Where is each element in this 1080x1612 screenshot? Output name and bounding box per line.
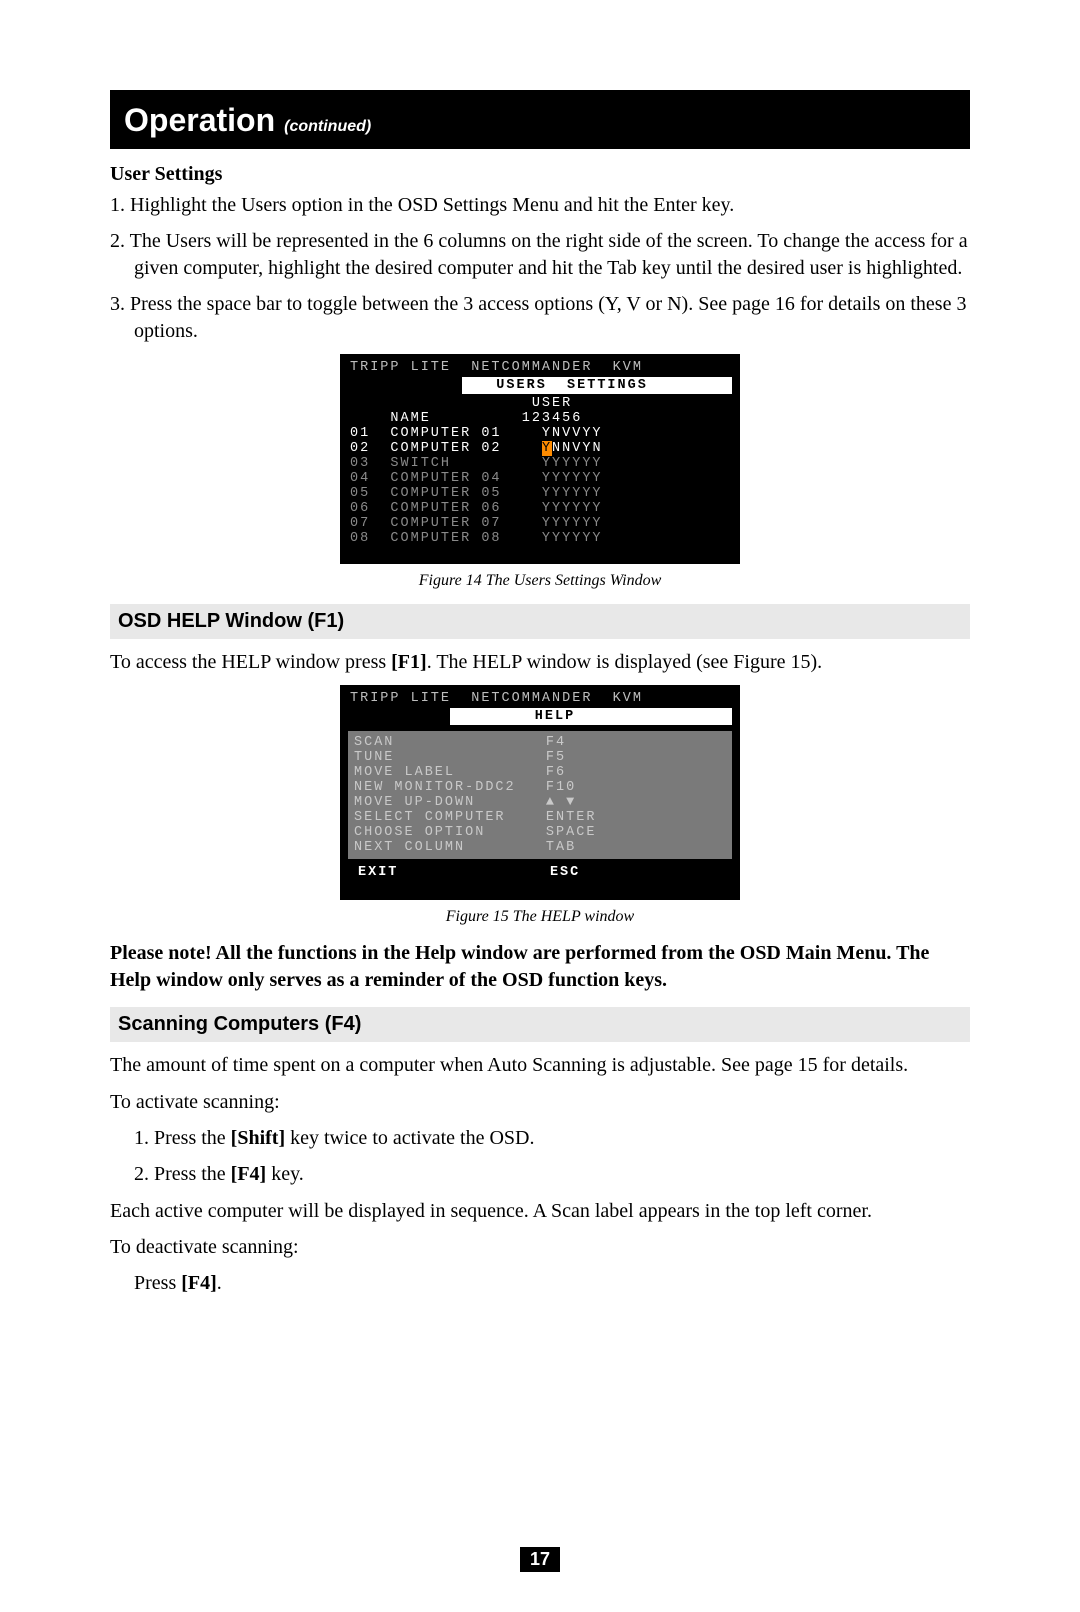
section-header: Operation (continued) [110,90,970,149]
osd-row: 04 COMPUTER 04 YYYYYY [340,471,740,486]
osd-columns-row: 00 NAMEXXXXXXX 123456 [340,411,740,426]
osd-help-row: TUNE F5 [354,750,726,765]
osd-help-row: SELECT COMPUTER ENTER [354,810,726,825]
scanning-heading: Scanning Computers (F4) [110,1007,970,1042]
figure-15-caption: Figure 15 The HELP window [110,908,970,926]
help-note: Please note! All the functions in the He… [110,940,970,993]
list-item: The Users will be represented in the 6 c… [110,228,970,281]
osd-help-intro: To access the HELP window press [F1]. Th… [110,649,970,675]
section-continued: (continued) [284,118,371,135]
scanning-intro: The amount of time spent on a computer w… [110,1052,970,1078]
osd-title-line: TRIPP LITE NETCOMMANDER KVM [340,689,740,708]
figure-14-osd: TRIPP LITE NETCOMMANDER KVM USERS SETTIN… [340,354,740,564]
activate-step-1: 1. Press the [Shift] key twice to activa… [110,1125,970,1151]
osd-banner: HELP [450,708,732,725]
osd-row: 05 COMPUTER 05 YYYYYY [340,486,740,501]
osd-row: 06 COMPUTER 06 YYYYYY [340,501,740,516]
osd-help-row: MOVE LABEL F6 [354,765,726,780]
osd-row: 02 COMPUTER 02 YNNVYN [340,441,740,456]
osd-row: 07 COMPUTER 07 YYYYYY [340,516,740,531]
user-settings-heading: User Settings [110,163,970,186]
osd-row: 08 COMPUTER 08 YYYYYY [340,531,740,546]
figure-15-osd: TRIPP LITE NETCOMMANDER KVM HELP SCAN F4… [340,685,740,900]
osd-help-row: NEXT COLUMN TAB [354,840,726,855]
figure-14-caption: Figure 14 The Users Settings Window [110,572,970,590]
osd-user-label-row: 00 NAMEXXXXXXX USER [340,396,740,411]
osd-help-row: MOVE UP-DOWN ▲ ▼ [354,795,726,810]
osd-help-heading: OSD HELP Window (F1) [110,604,970,639]
osd-row: 01 COMPUTER 01 YNVVYY [340,426,740,441]
osd-title-line: TRIPP LITE NETCOMMANDER KVM [340,358,740,377]
user-settings-steps: Highlight the Users option in the OSD Se… [110,192,970,344]
osd-help-row: NEW MONITOR-DDC2 F10 [354,780,726,795]
page-number: 17 [520,1547,560,1572]
osd-help-row: CHOOSE OPTION SPACE [354,825,726,840]
osd-exit-row: EXIT ESC [340,865,740,880]
deactivate-label: To deactivate scanning: [110,1234,970,1260]
list-item: Press the space bar to toggle between th… [110,291,970,344]
osd-banner: USERS SETTINGS [462,377,732,394]
list-item: Highlight the Users option in the OSD Se… [110,192,970,218]
section-title: Operation [124,102,275,138]
activate-step-2: 2. Press the [F4] key. [110,1161,970,1187]
scanning-each: Each active computer will be displayed i… [110,1198,970,1224]
deactivate-step: Press [F4]. [110,1270,970,1296]
activate-label: To activate scanning: [110,1089,970,1115]
osd-help-row: SCAN F4 [354,735,726,750]
page-number-wrap: 17 [0,1547,1080,1572]
osd-row: 03 SWITCH YYYYYY [340,456,740,471]
